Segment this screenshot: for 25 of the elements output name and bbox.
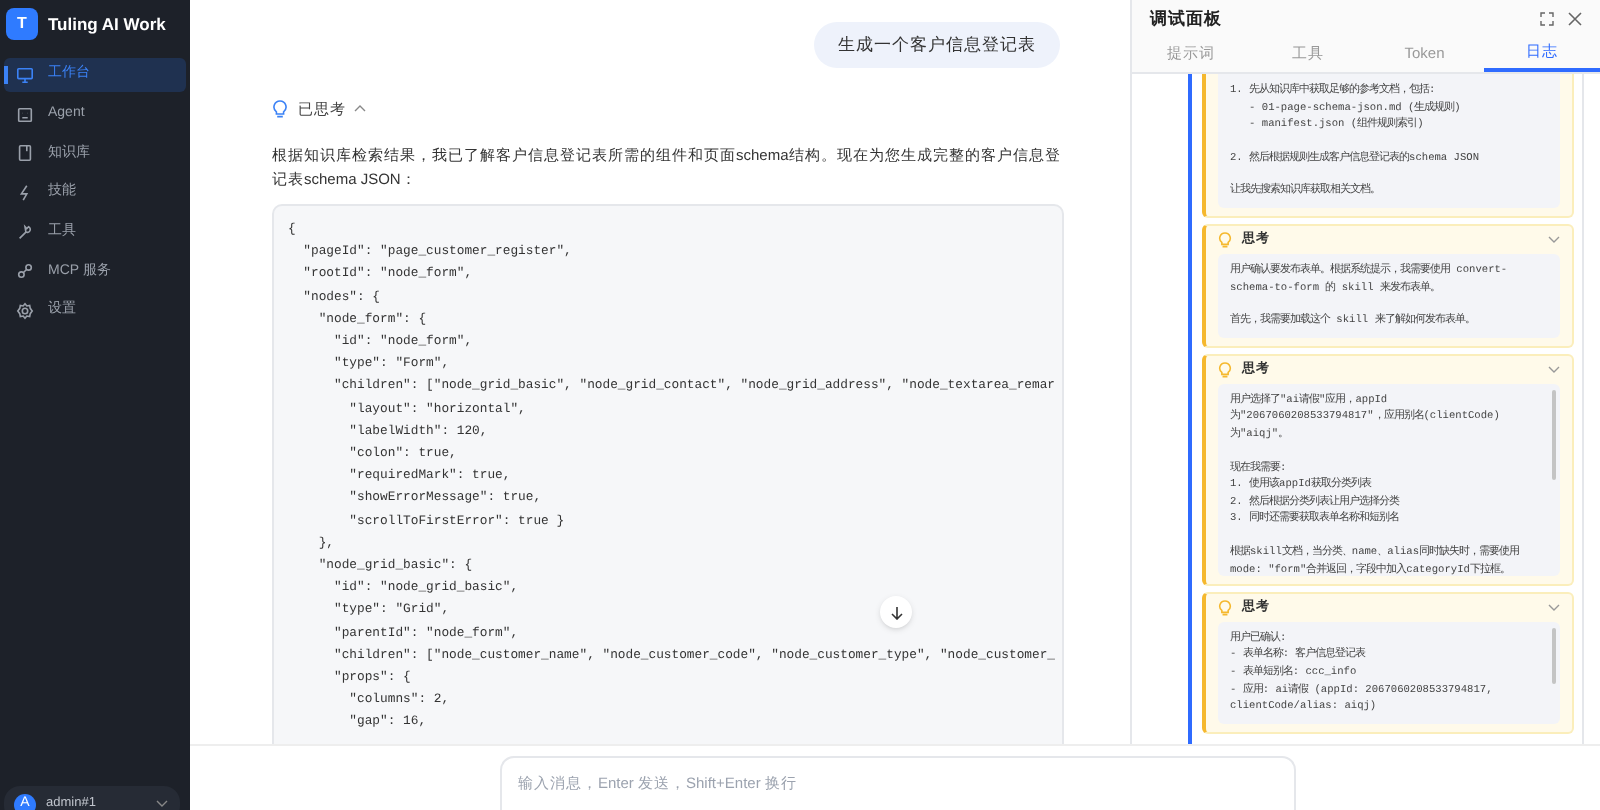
user-message: 生成一个客户信息登记表	[814, 22, 1060, 68]
lightbulb-icon	[1218, 231, 1232, 248]
chevron-down-icon[interactable]	[1548, 603, 1560, 612]
scrollbar[interactable]	[1552, 389, 1556, 480]
settings-icon	[16, 302, 34, 321]
wrench-icon	[16, 223, 34, 242]
chevron-down-icon[interactable]	[1548, 365, 1560, 374]
fullscreen-icon[interactable]	[1540, 11, 1554, 25]
chevron-up-icon	[354, 104, 366, 113]
chevron-down-icon[interactable]	[1548, 235, 1560, 244]
link-icon	[16, 262, 34, 281]
lightbulb-icon	[272, 99, 288, 118]
chevron-down-icon	[156, 800, 168, 808]
monitor-icon	[16, 66, 34, 84]
arrow-down-icon	[889, 605, 903, 619]
app-name: Tuling AI Work	[48, 11, 166, 37]
close-icon[interactable]	[1568, 11, 1582, 25]
lightning-icon	[16, 184, 34, 203]
robot-icon	[16, 105, 34, 124]
logo: T	[6, 8, 38, 40]
scrollbar[interactable]	[1552, 627, 1556, 684]
panel-title: 调试面板	[1150, 5, 1222, 31]
book-icon	[16, 144, 34, 163]
lightbulb-icon	[1218, 599, 1232, 616]
lightbulb-icon	[1218, 361, 1232, 378]
